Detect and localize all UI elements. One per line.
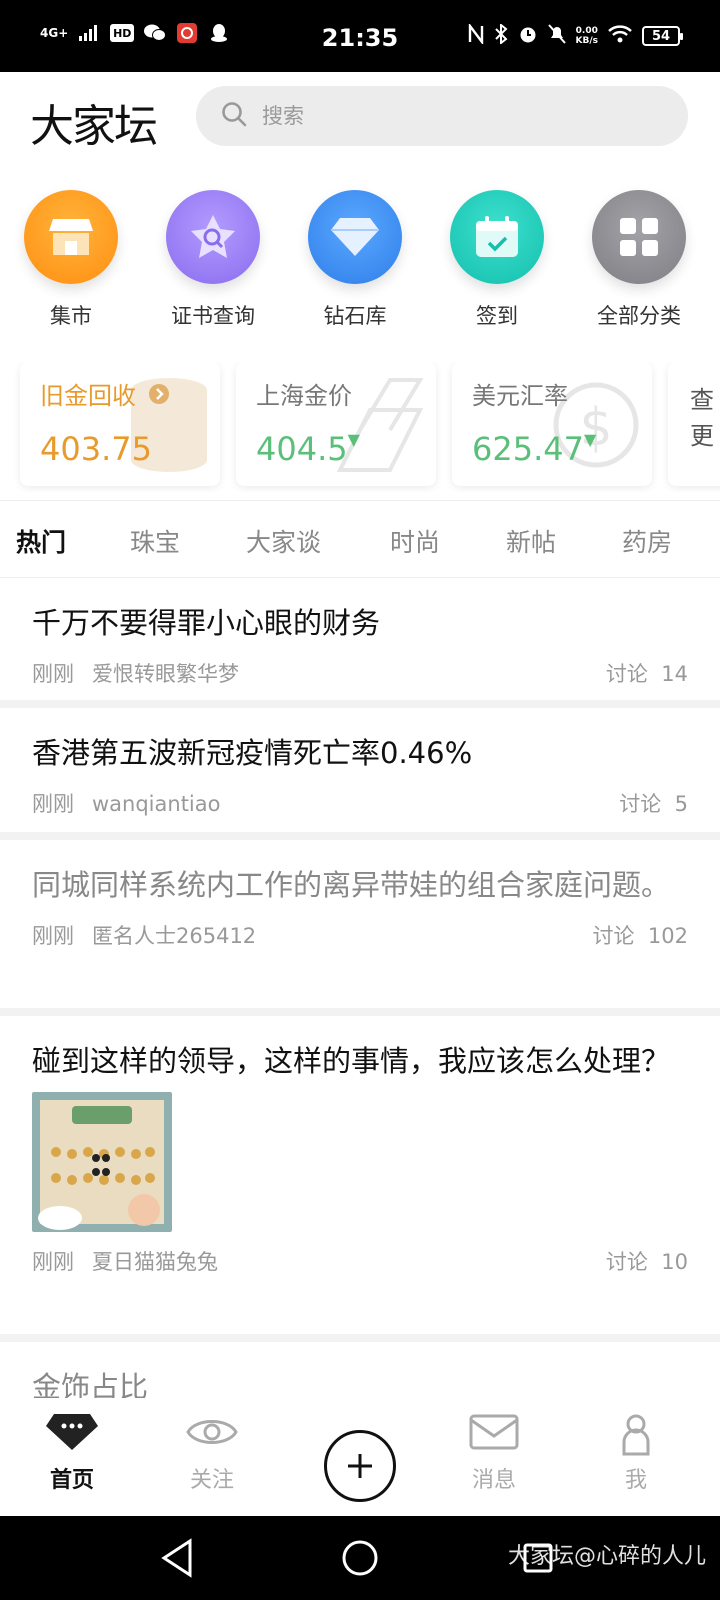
card-value: 625.47▼: [472, 430, 597, 468]
price-down-icon: ▼: [347, 430, 360, 449]
price-down-icon: ▼: [583, 430, 597, 449]
diamond-icon: [308, 190, 402, 284]
post-discussion-count: 讨论 102: [592, 924, 688, 948]
grid-icon: [592, 190, 686, 284]
post-time: 刚刚: [32, 662, 74, 686]
bottom-nav: 首页 关注 消息 我: [0, 1398, 720, 1516]
post-item[interactable]: 同城同样系统内工作的离异带娃的组合家庭问题。 刚刚 匿名人士265412 讨论 1…: [0, 840, 720, 1016]
post-author: wanqiantiao: [92, 792, 221, 816]
post-time: 刚刚: [32, 924, 74, 948]
nav-messages[interactable]: 消息: [434, 1412, 554, 1494]
post-item[interactable]: 千万不要得罪小心眼的财务 刚刚 爱恨转眼繁华梦 讨论 14: [0, 578, 720, 708]
home-diamond-icon: [46, 1414, 98, 1450]
search-bar[interactable]: [196, 86, 688, 146]
card-title: 旧金回收: [40, 376, 170, 411]
shortcut-all-categories[interactable]: 全部分类: [574, 190, 704, 330]
person-icon: [622, 1414, 650, 1456]
tab-discussion[interactable]: 大家谈: [246, 523, 321, 559]
mail-icon: [469, 1414, 519, 1450]
category-tabs: 热门 珠宝 大家谈 时尚 新帖 药房: [0, 500, 720, 578]
post-time: 刚刚: [32, 1250, 74, 1274]
post-title: 同城同样系统内工作的离异带娃的组合家庭问题。: [32, 868, 671, 902]
post-meta: 刚刚 爱恨转眼繁华梦 讨论 14: [32, 658, 688, 688]
network-speed: 0.00 KB/s: [575, 26, 598, 46]
shortcut-market[interactable]: 集市: [6, 190, 136, 330]
status-bar: 4G+ HD 21:35 0.00 KB/s 54: [0, 0, 720, 72]
card-shanghai-gold[interactable]: 上海金价 404.5▼: [236, 362, 436, 486]
alarm-icon: [518, 24, 538, 48]
post-discussion-count: 讨论 10: [605, 1250, 688, 1274]
shortcut-certificate-search[interactable]: 证书查询: [148, 190, 278, 330]
post-meta: 刚刚 夏日猫猫兔兔 讨论 10: [32, 1246, 688, 1276]
card-more[interactable]: 查 更: [668, 362, 720, 486]
app-logo: 大家坛: [30, 101, 158, 152]
plus-icon: [348, 1454, 372, 1478]
back-icon[interactable]: [160, 1538, 194, 1578]
watermark-text: 大家坛@心碎的人儿: [507, 1544, 706, 1569]
bluetooth-icon: [494, 22, 508, 48]
shop-icon: [24, 190, 118, 284]
post-item[interactable]: 香港第五波新冠疫情死亡率0.46% 刚刚 wanqiantiao 讨论 5: [0, 708, 720, 840]
status-right: 0.00 KB/s 54: [468, 22, 683, 48]
battery-indicator: 54: [642, 26, 683, 46]
shortcut-checkin[interactable]: 签到: [432, 190, 562, 330]
app-header: 大家坛: [0, 72, 720, 172]
post-meta: 刚刚 匿名人士265412 讨论 102: [32, 920, 688, 950]
post-time: 刚刚: [32, 792, 74, 816]
post-discussion-count: 讨论 5: [619, 792, 688, 816]
home-icon[interactable]: [340, 1538, 380, 1578]
post-title: 香港第五波新冠疫情死亡率0.46%: [32, 736, 473, 770]
post-discussion-count: 讨论 14: [605, 662, 688, 686]
post-item[interactable]: 碰到这样的领导，这样的事情，我应该怎么处理？ 刚刚 夏日猫猫兔兔 讨论 10: [0, 1016, 720, 1342]
tab-pharmacy[interactable]: 药房: [622, 523, 672, 559]
shortcut-row: 集市 证书查询 钻石库 签到 全部分类: [0, 190, 720, 340]
search-icon: [220, 100, 248, 132]
shortcut-diamond-library[interactable]: 钻石库: [290, 190, 420, 330]
card-title: 上海金价: [256, 382, 352, 410]
tab-jewelry[interactable]: 珠宝: [130, 523, 180, 559]
nav-follow[interactable]: 关注: [152, 1412, 272, 1494]
price-cards: 旧金回收 403.75 上海金价 404.5▼ $ 美元汇率 625.47▼ 查…: [0, 362, 720, 492]
post-author: 夏日猫猫兔兔: [92, 1250, 218, 1274]
mute-icon: [547, 24, 566, 48]
card-usd-rate[interactable]: $ 美元汇率 625.47▼: [452, 362, 652, 486]
wifi-icon: [608, 25, 632, 47]
post-author: 匿名人士265412: [92, 924, 257, 948]
system-nav-bar: 大家坛@心碎的人儿: [0, 1516, 720, 1600]
nfc-icon: [468, 22, 484, 48]
search-input[interactable]: [262, 104, 642, 128]
new-post-button[interactable]: [324, 1430, 396, 1502]
nav-home[interactable]: 首页: [12, 1412, 132, 1494]
card-gold-recycle[interactable]: 旧金回收 403.75: [20, 362, 220, 486]
post-title: 千万不要得罪小心眼的财务: [32, 606, 381, 640]
eye-icon: [186, 1420, 238, 1444]
post-title: 碰到这样的领导，这样的事情，我应该怎么处理？: [32, 1044, 671, 1078]
tab-new-posts[interactable]: 新帖: [506, 523, 556, 559]
tab-hot[interactable]: 热门: [16, 523, 66, 559]
post-thumbnail[interactable]: [32, 1092, 172, 1232]
chevron-right-icon: [148, 383, 170, 411]
calendar-checkin-icon: [450, 190, 544, 284]
tab-fashion[interactable]: 时尚: [390, 523, 440, 559]
card-title: 美元汇率: [472, 382, 568, 410]
card-value: 404.5▼: [256, 430, 360, 468]
post-author: 爱恨转眼繁华梦: [92, 662, 239, 686]
card-value: 403.75: [40, 430, 152, 468]
certificate-search-icon: [166, 190, 260, 284]
post-meta: 刚刚 wanqiantiao 讨论 5: [32, 788, 688, 818]
nav-me[interactable]: 我: [576, 1412, 696, 1494]
post-feed: 千万不要得罪小心眼的财务 刚刚 爱恨转眼繁华梦 讨论 14 香港第五波新冠疫情死亡…: [0, 578, 720, 1432]
